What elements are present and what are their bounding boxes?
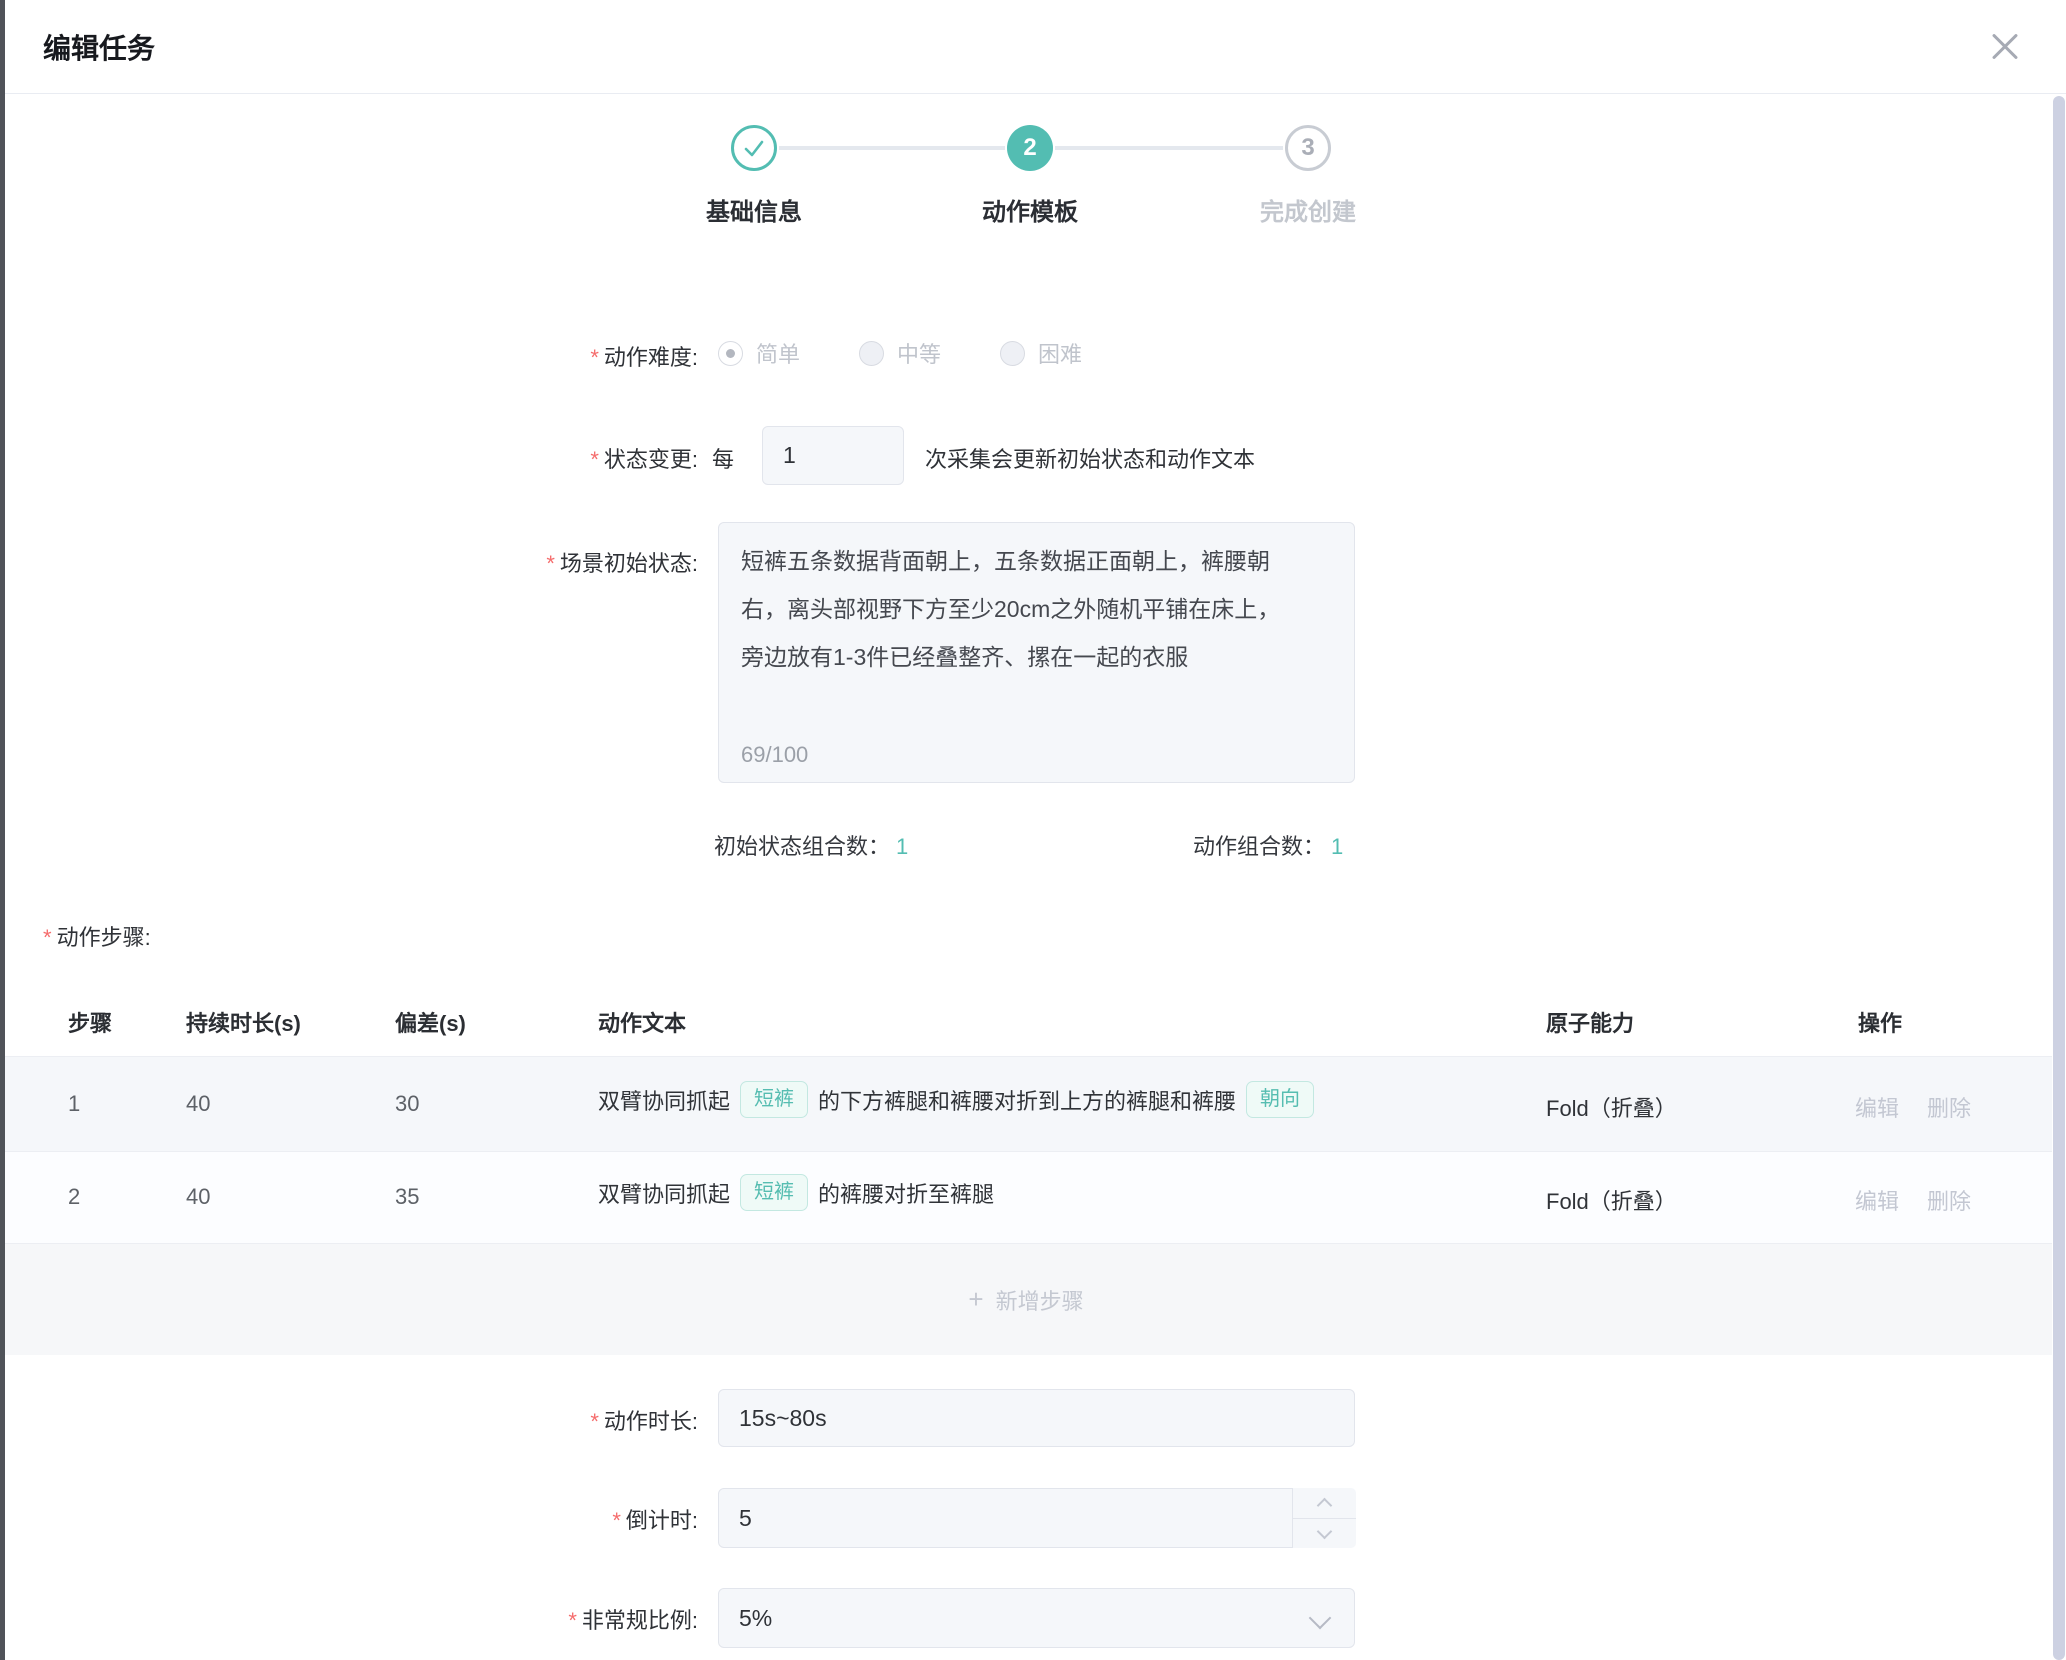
step-1-label: 基础信息 [624, 192, 884, 227]
scrollbar-thumb[interactable] [2053, 96, 2065, 1660]
step-2-label: 动作模板 [900, 192, 1160, 227]
duration-input[interactable] [718, 1389, 1355, 1447]
step-2-circle: 2 [1007, 125, 1053, 171]
table-row: 2 40 35 双臂协同抓起 短裤 的裤腰对折至裤腿 Fold（折叠） 编辑 删… [0, 1152, 2052, 1243]
dialog-title: 编辑任务 [43, 27, 155, 67]
step-1-circle [731, 125, 777, 171]
countdown-label: *倒计时: [288, 1503, 698, 1535]
radio-unselected-icon [1000, 341, 1025, 366]
state-change-label: *状态变更: [288, 442, 698, 474]
col-header-duration: 持续时长(s) [186, 1006, 301, 1038]
step-3-label: 完成创建 [1178, 192, 1438, 227]
object-tag: 短裤 [740, 1174, 808, 1211]
initial-combo-count: 初始状态组合数：1 [714, 829, 908, 861]
chevron-down-icon [1317, 1524, 1333, 1540]
initial-state-label: *场景初始状态: [288, 546, 698, 578]
countdown-input[interactable] [718, 1488, 1355, 1548]
state-change-prefix: 每 [712, 442, 734, 474]
col-header-step: 步骤 [68, 1006, 112, 1038]
radio-label-hard: 困难 [1038, 337, 1082, 369]
difficulty-radio-group: 简单 中等 困难 [718, 337, 1141, 369]
col-header-actions: 操作 [1858, 1006, 1902, 1038]
row2-deviation: 35 [395, 1184, 419, 1210]
object-tag: 短裤 [740, 1081, 808, 1118]
row1-action-text: 双臂协同抓起 短裤 的下方裤腿和裤腰对折到上方的裤腿和裤腰 朝向 [598, 1081, 1324, 1118]
close-icon[interactable] [1986, 28, 2024, 66]
row1-step: 1 [68, 1091, 80, 1117]
add-step-button[interactable]: + 新增步骤 [0, 1244, 2052, 1355]
duration-label: *动作时长: [288, 1404, 698, 1436]
radio-label-simple: 简单 [756, 337, 800, 369]
state-change-suffix: 次采集会更新初始状态和动作文本 [925, 442, 1255, 474]
row1-deviation: 30 [395, 1091, 419, 1117]
step-connector-1 [779, 146, 1005, 150]
row1-capability: Fold（折叠） [1546, 1091, 1677, 1123]
col-header-text: 动作文本 [598, 1006, 686, 1038]
row2-action-text: 双臂协同抓起 短裤 的裤腰对折至裤腿 [598, 1174, 994, 1211]
col-header-capability: 原子能力 [1546, 1006, 1634, 1038]
steps-section-label: *动作步骤: [43, 920, 151, 952]
row2-capability: Fold（折叠） [1546, 1184, 1677, 1216]
row2-edit-link[interactable]: 编辑 [1855, 1184, 1899, 1216]
step-connector-2 [1055, 146, 1283, 150]
required-asterisk: * [590, 345, 599, 370]
radio-unselected-icon [859, 341, 884, 366]
row2-duration: 40 [186, 1184, 210, 1210]
step-3-number: 3 [1301, 134, 1314, 162]
add-step-label: 新增步骤 [996, 1284, 1084, 1316]
row1-edit-link[interactable]: 编辑 [1855, 1091, 1899, 1123]
spinner-up-button[interactable] [1293, 1488, 1356, 1518]
step-3-circle: 3 [1285, 125, 1331, 171]
radio-option-simple[interactable]: 简单 [718, 337, 800, 369]
radio-label-medium: 中等 [897, 337, 941, 369]
initial-state-text: 短裤五条数据背面朝上，五条数据正面朝上，裤腰朝右，离头部视野下方至少20cm之外… [741, 548, 1280, 670]
state-change-input[interactable] [762, 426, 904, 485]
radio-selected-icon [718, 341, 743, 366]
difficulty-label: *动作难度: [288, 340, 698, 372]
action-combo-count: 动作组合数：1 [1193, 829, 1343, 861]
row2-step: 2 [68, 1184, 80, 1210]
radio-option-medium[interactable]: 中等 [859, 337, 941, 369]
action-combo-value: 1 [1331, 834, 1343, 859]
row2-delete-link[interactable]: 删除 [1927, 1184, 1971, 1216]
direction-tag: 朝向 [1246, 1081, 1314, 1118]
initial-combo-value: 1 [896, 834, 908, 859]
countdown-spinner [1292, 1488, 1355, 1548]
chevron-up-icon [1317, 1498, 1333, 1514]
table-row: 1 40 30 双臂协同抓起 短裤 的下方裤腿和裤腰对折到上方的裤腿和裤腰 朝向… [0, 1057, 2052, 1151]
char-counter: 69/100 [741, 742, 808, 768]
row1-duration: 40 [186, 1091, 210, 1117]
row1-delete-link[interactable]: 删除 [1927, 1091, 1971, 1123]
step-2-number: 2 [1023, 134, 1036, 162]
dialog-header: 编辑任务 [0, 0, 2066, 94]
plus-icon: + [968, 1284, 983, 1315]
unusual-ratio-label: *非常规比例: [288, 1603, 698, 1635]
check-icon [742, 136, 766, 160]
unusual-ratio-select[interactable] [718, 1588, 1355, 1648]
initial-state-textarea[interactable]: 短裤五条数据背面朝上，五条数据正面朝上，裤腰朝右，离头部视野下方至少20cm之外… [718, 522, 1355, 783]
radio-option-hard[interactable]: 困难 [1000, 337, 1082, 369]
spinner-down-button[interactable] [1293, 1518, 1356, 1548]
col-header-deviation: 偏差(s) [395, 1006, 466, 1038]
page-left-edge [0, 0, 5, 1660]
